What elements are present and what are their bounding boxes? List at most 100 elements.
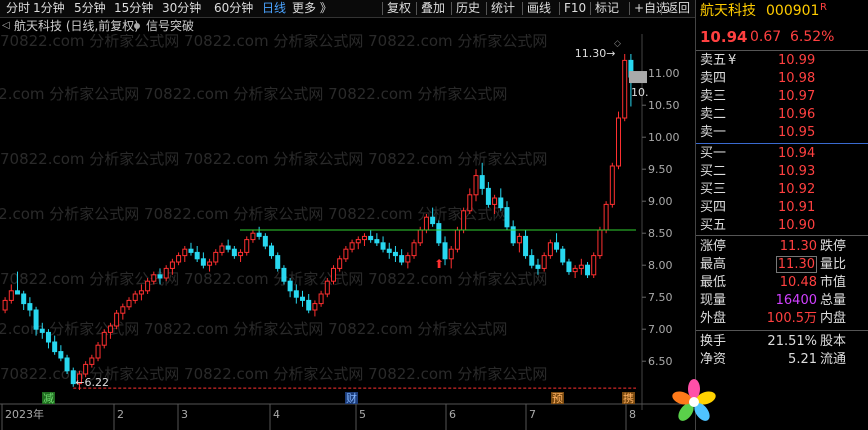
candle-body[interactable] [591,255,597,276]
candle-body[interactable] [138,290,144,295]
toolbar-action-2[interactable]: 历史 [456,0,480,17]
candle-body[interactable] [281,267,287,282]
candle-body[interactable] [578,264,584,269]
candle-body[interactable] [430,216,436,225]
candle-body[interactable] [603,203,609,231]
candle-body[interactable] [163,267,169,279]
candle-body[interactable] [58,351,64,359]
candle-body[interactable] [423,216,429,231]
candle-body[interactable] [157,274,163,279]
candle-body[interactable] [622,59,628,119]
bid-row[interactable]: 买一 10.94 [696,145,868,163]
collapse-icon[interactable]: ◁ [2,18,10,34]
bid-row[interactable]: 买四 10.91 [696,199,868,217]
toolbar-action-5[interactable]: F10 [564,0,586,17]
candle-body[interactable] [330,267,336,282]
ask-row[interactable]: 卖四 10.98 [696,70,868,88]
candle-body[interactable] [293,290,299,298]
candle-body[interactable] [21,293,27,305]
candle-body[interactable] [349,242,355,250]
candle-body[interactable] [188,248,194,253]
candle-body[interactable] [492,197,498,205]
candle-body[interactable] [306,299,312,311]
candle-body[interactable] [523,235,529,257]
period-tab-5[interactable]: 60分钟 [214,0,253,17]
bid-row[interactable]: 买五 10.90 [696,217,868,235]
ask-row[interactable]: 卖二 10.96 [696,106,868,124]
candle-body[interactable] [392,251,398,257]
candle-body[interactable] [126,299,132,308]
candle-body[interactable] [374,239,380,244]
candle-body[interactable] [405,255,411,263]
period-tab-6[interactable]: 日线 [262,0,286,17]
candle-body[interactable] [14,290,20,295]
candle-body[interactable] [52,341,58,353]
candle-body[interactable] [368,235,374,241]
candle-body[interactable] [504,207,510,228]
candle-body[interactable] [547,242,553,257]
candle-body[interactable] [572,267,578,273]
candle-body[interactable] [151,274,157,282]
candle-body[interactable] [132,293,138,301]
toolbar-action-3[interactable]: 统计 [491,0,515,17]
candle-body[interactable] [45,331,51,343]
candle-body[interactable] [473,175,479,196]
candle-body[interactable] [355,239,361,244]
toolbar-action-0[interactable]: 复权 [387,0,411,17]
period-tab-7[interactable]: 更多 》 [292,0,332,17]
event-marker-label[interactable]: 预 [552,392,563,405]
candle-body[interactable] [145,280,151,292]
candle-body[interactable] [318,293,324,305]
candle-body[interactable] [467,194,473,212]
candle-body[interactable] [417,229,423,244]
candle-body[interactable] [95,344,101,359]
event-marker-label[interactable]: 携 [623,391,634,405]
candle-body[interactable] [454,229,460,250]
candle-body[interactable] [169,261,175,269]
candle-body[interactable] [83,363,89,375]
ask-row[interactable]: 卖一 10.95 [696,124,868,142]
candle-body[interactable] [287,280,293,292]
candle-body[interactable] [498,197,504,209]
candle-body[interactable] [386,248,392,253]
ask-row[interactable]: 卖三 10.97 [696,88,868,106]
candle-body[interactable] [312,303,318,311]
candle-body[interactable] [541,255,547,269]
candle-body[interactable] [182,248,188,257]
candle-body[interactable] [262,235,268,247]
candle-body[interactable] [343,248,349,260]
candlestick-chart[interactable]: 70822.com 分析家公式网 70822.com 分析家公式网 70822.… [0,34,695,430]
candle-body[interactable] [516,235,522,244]
candle-body[interactable] [225,245,231,250]
candle-body[interactable] [510,226,516,244]
candle-body[interactable] [275,255,281,269]
candle-body[interactable] [560,248,566,263]
candle-body[interactable] [39,328,45,333]
candle-body[interactable] [244,239,250,253]
candle-body[interactable] [231,248,237,257]
candle-body[interactable] [107,325,113,333]
candle-body[interactable] [176,255,182,263]
candle-body[interactable] [479,175,485,189]
candle-body[interactable] [256,232,262,237]
period-tab-1[interactable]: 1分钟 [33,0,65,17]
candle-body[interactable] [529,255,535,266]
candle-body[interactable] [207,261,213,266]
period-tab-0[interactable]: 分时 [6,0,30,17]
candle-body[interactable] [250,232,256,241]
candle-body[interactable] [300,296,306,301]
candle-body[interactable] [337,258,343,269]
candle-body[interactable] [554,242,560,250]
candle-body[interactable] [436,223,442,244]
candle-body[interactable] [616,117,622,167]
event-marker-label[interactable]: 减 [43,392,54,405]
toolbar-action-1[interactable]: 叠加 [421,0,445,17]
candle-body[interactable] [566,261,572,273]
period-tab-3[interactable]: 15分钟 [114,0,153,17]
candle-body[interactable] [535,264,541,269]
candle-body[interactable] [485,187,491,205]
candle-body[interactable] [64,357,70,372]
candle-body[interactable] [213,251,219,263]
toolbar-action-4[interactable]: 画线 [527,0,551,17]
candle-body[interactable] [324,280,330,295]
